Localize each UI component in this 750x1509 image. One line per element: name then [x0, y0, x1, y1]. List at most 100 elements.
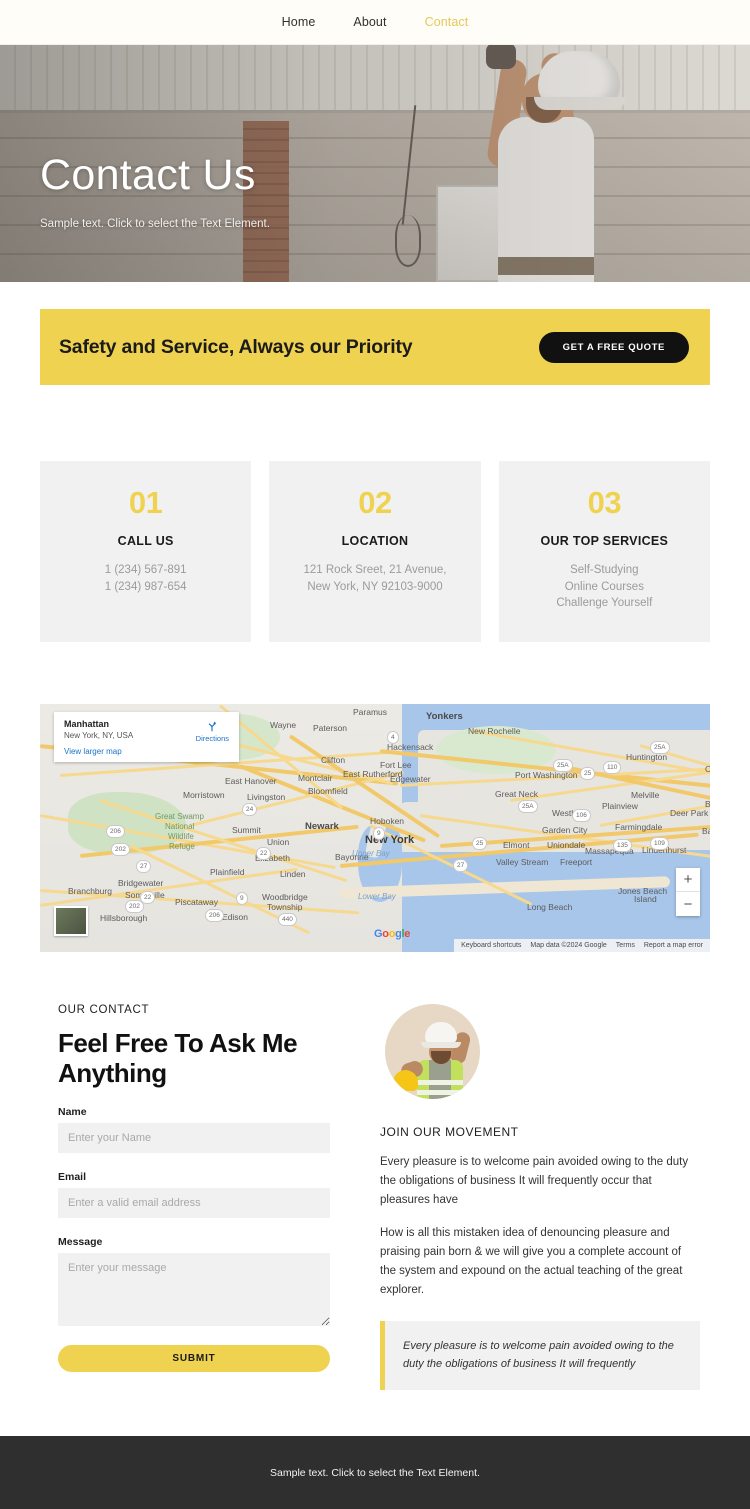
message-textarea[interactable]: [58, 1253, 330, 1327]
map-route-shield: 9: [236, 892, 248, 906]
map-route-shield: 4: [387, 731, 399, 745]
map-label: Hillsborough: [100, 913, 148, 924]
map-label: Paterson: [313, 723, 348, 734]
map-label: Edgewater: [390, 774, 431, 785]
map-route-shield: 25A: [650, 741, 670, 755]
hero-banner: Contact Us Sample text. Click to select …: [0, 45, 750, 282]
map-label: Yonkers: [426, 711, 463, 723]
map-section: New York Newark Yonkers Paramus Wayne Paterso…: [0, 642, 750, 953]
map-route-shield: 25: [580, 767, 596, 781]
name-label: Name: [58, 1106, 87, 1119]
page-title: Contact Us: [40, 151, 256, 199]
card-lines: Self-Studying Online Courses Challenge Y…: [509, 562, 700, 612]
map-route-shield: 202: [125, 900, 144, 914]
info-card-call-us: 01 CALL US 1 (234) 567-891 1 (234) 987-6…: [40, 461, 252, 643]
card-number: 01: [128, 485, 163, 520]
movement-paragraph-1: Every pleasure is to welcome pain avoide…: [380, 1156, 689, 1207]
page-footer: Sample text. Click to select the Text El…: [0, 1436, 750, 1509]
card-line: Self-Studying: [570, 564, 639, 576]
map-route-shield: 24: [242, 803, 258, 817]
map-zoom-in-button[interactable]: +: [676, 868, 700, 893]
movement-eyebrow: JOIN OUR MOVEMENT: [380, 1125, 519, 1140]
info-cards-row: 01 CALL US 1 (234) 567-891 1 (234) 987-6…: [0, 385, 750, 643]
map-route-shield: 27: [453, 859, 469, 873]
card-lines: 121 Rock Sreet, 21 Avenue, New York, NY …: [279, 562, 470, 595]
map-label: Deer Park: [670, 808, 709, 819]
get-a-free-quote-button[interactable]: GET A FREE QUOTE: [538, 331, 689, 363]
map-route-shield: 440: [278, 913, 297, 927]
map-label: Great Swamp: [155, 812, 204, 822]
map-route-shield: 135: [613, 839, 632, 853]
email-field-group: Email: [58, 1171, 330, 1219]
map-label: Melville: [631, 790, 660, 801]
map-label: Wayne: [270, 720, 297, 731]
hero-subtitle: Sample text. Click to select the Text El…: [40, 218, 270, 231]
map-label: Montclair: [298, 773, 333, 784]
map-label: Farmingdale: [615, 822, 663, 833]
email-input[interactable]: [58, 1188, 330, 1219]
card-line: Challenge Yourself: [556, 597, 653, 610]
contact-heading: Feel Free To Ask Me Anything: [58, 1028, 298, 1088]
map-label: Woodbridge: [262, 892, 308, 903]
map-zoom-out-button[interactable]: −: [676, 892, 700, 916]
terms-link[interactable]: Terms: [616, 942, 635, 949]
map-label: Hoboken: [370, 816, 405, 827]
map-label: New Rochelle: [468, 726, 521, 737]
nav-link-about[interactable]: About: [353, 15, 386, 29]
map-route-shield: 206: [106, 825, 125, 839]
map-label: Lower Bay: [358, 892, 396, 902]
movement-column: JOIN OUR MOVEMENT Every pleasure is to w…: [380, 1004, 710, 1391]
contact-section: OUR CONTACT Feel Free To Ask Me Anything…: [0, 952, 750, 1391]
map-label: Bloomfield: [308, 786, 348, 797]
card-line: 121 Rock Sreet, 21 Avenue,: [303, 564, 447, 576]
map-info-card[interactable]: Manhattan New York, NY, USA View larger …: [54, 712, 239, 763]
cta-banner: Safety and Service, Always our Priority …: [40, 309, 710, 385]
map-label: Paramus: [353, 707, 388, 718]
avatar: [385, 1004, 480, 1100]
info-card-location: 02 LOCATION 121 Rock Sreet, 21 Avenue, N…: [269, 461, 481, 643]
map-route-shield: 9: [373, 827, 385, 841]
name-field-group: Name: [58, 1106, 330, 1154]
hero-text-block: Contact Us Sample text. Click to select …: [40, 151, 270, 231]
top-navigation: Home About Contact: [0, 0, 750, 45]
map-label: Commack: [705, 764, 710, 775]
map-label: Newark: [305, 821, 339, 833]
report-map-error-link[interactable]: Report a map error: [644, 942, 703, 949]
message-label: Message: [58, 1236, 103, 1249]
map-route-shield: 27: [136, 860, 152, 874]
view-larger-map-link[interactable]: View larger map: [64, 747, 229, 756]
map-label: Morristown: [183, 790, 225, 801]
map-label: Township: [267, 902, 303, 913]
nav-link-home[interactable]: Home: [282, 15, 316, 29]
nav-link-contact[interactable]: Contact: [425, 15, 469, 29]
submit-button[interactable]: SUBMIT: [58, 1345, 330, 1373]
map-label: Long Beach: [527, 902, 573, 913]
name-input[interactable]: [58, 1123, 330, 1154]
map-label: Livingston: [247, 792, 286, 803]
map-label: Union: [267, 837, 290, 848]
map-route-shield: 25A: [518, 800, 538, 814]
map-label: Island: [634, 894, 657, 905]
card-line: Online Courses: [564, 580, 644, 593]
cta-title: Safety and Service, Always our Priority: [59, 335, 413, 358]
map-label: Plainview: [602, 801, 638, 812]
keyboard-shortcuts-link[interactable]: Keyboard shortcuts: [461, 942, 521, 949]
map-label: Freeport: [560, 857, 593, 868]
contact-form-column: OUR CONTACT Feel Free To Ask Me Anything…: [40, 1004, 330, 1390]
directions-label: Directions: [195, 734, 229, 744]
google-map[interactable]: New York Newark Yonkers Paramus Wayne Paterso…: [40, 704, 710, 953]
map-route-shield: 202: [111, 843, 130, 857]
map-route-shield: 106: [572, 809, 591, 823]
map-label: Wildlife: [168, 832, 194, 842]
directions-button[interactable]: Directions: [196, 719, 229, 743]
map-route-shield: 25: [472, 837, 488, 851]
card-line: New York, NY 92103-9000: [307, 580, 443, 593]
map-label: Valley Stream: [496, 857, 549, 868]
message-field-group: Message: [58, 1236, 330, 1331]
map-route-shield: 25A: [553, 759, 573, 773]
email-label: Email: [58, 1171, 87, 1184]
map-street-view-thumbnail[interactable]: [54, 906, 88, 937]
card-line: 1 (234) 987-654: [104, 580, 187, 593]
map-label: Elmont: [503, 840, 530, 851]
map-attribution-bar: Keyboard shortcuts Map data ©2024 Google…: [454, 939, 710, 953]
